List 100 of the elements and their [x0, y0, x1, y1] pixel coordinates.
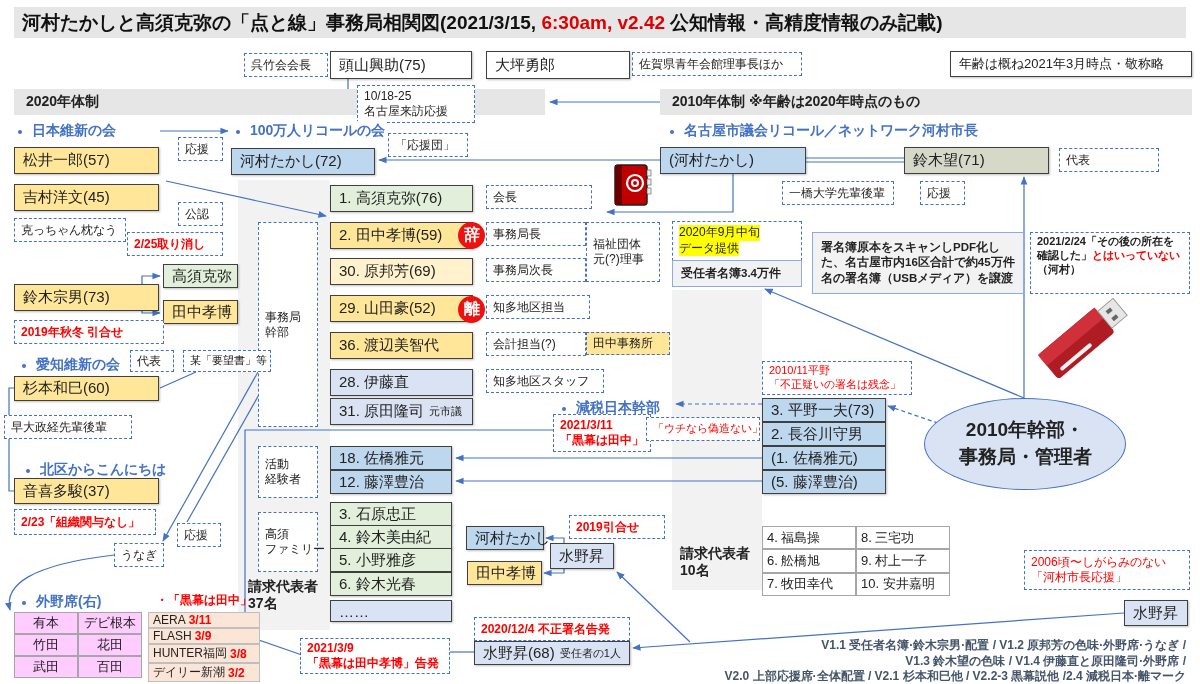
name-box: 松井一郎(57) — [14, 147, 159, 174]
caption-label: 10名 — [680, 561, 710, 579]
name-box: (1. 佐橋雅元) — [762, 446, 886, 470]
chart-title: 河村たかしと高須克弥の「点と線」事務局相関図(2021/3/15, 6:30am, v2.42 公知情報・高精度情報のみ記載) — [14, 7, 1186, 38]
kanji-badge: 辞 — [458, 222, 485, 249]
annotation-note: 「応援団」 — [388, 133, 468, 157]
version-note: V1.3 鈴木望の色味 / V1.4 伊藤直と原田隆司·外野席 / — [905, 653, 1186, 669]
name-box: 1. 高須克弥(76) — [330, 185, 473, 212]
name-box: (河村たかし) — [660, 147, 806, 174]
table-cell: 10. 安井嘉明 — [856, 572, 950, 596]
name-box: 田中孝博 — [467, 561, 542, 585]
table-cell: 武田 — [14, 656, 78, 678]
note-text: 「黒幕は田中」 — [560, 433, 644, 448]
name-box: 28. 伊藤直 — [330, 369, 473, 396]
note-text: 「河村市長応援」 — [1031, 570, 1127, 585]
annotation-note: 公認 — [178, 202, 223, 226]
note-text: 2021/3/11 — [560, 418, 613, 433]
name-box: 吉村洋文(45) — [14, 184, 159, 211]
annotation-note: 田中事務所 — [586, 332, 670, 355]
version-note: V1.1 受任者名簿·鈴木宗男·配置 / V1.2 原邦芳の色味·外野席·うなぎ / — [821, 638, 1186, 654]
name-box: 36. 渡辺美智代 — [330, 332, 473, 359]
table-cell: 百田 — [78, 656, 142, 678]
note-text: 2010/11平野 — [769, 364, 830, 378]
arrow — [141, 309, 161, 317]
name-box: 水野昇 — [1124, 600, 1188, 626]
address-book-icon — [614, 164, 652, 206]
annotation-note: 佐賀県青年会館理事長ほか — [632, 52, 802, 76]
annotation-note: 会計担当(?) — [486, 332, 586, 356]
annotation-note: 2021/2/24「その後の所在を確認した」とはいっていない （河村） — [1030, 232, 1190, 294]
note-text: 「黒幕は田中孝博」告発 — [307, 656, 439, 671]
note-text: 「不正疑いの署名は残念」 — [769, 378, 901, 392]
name-box: 水野昇(68) 受任者の1人 — [474, 641, 630, 665]
name-box: (5. 藤澤豊治) — [762, 470, 886, 494]
note-text: 2006頃〜しがらみのない — [1031, 555, 1166, 570]
annotation-note: 2019年秋冬 引合せ — [14, 320, 164, 344]
info-box: 受任者名簿3.4万件 — [672, 260, 802, 287]
name-box: 田中孝博 — [163, 300, 238, 324]
table-cell: デビ根本 — [78, 612, 142, 634]
ellipse-text: 2010年幹部・ — [965, 418, 1085, 443]
name-box: 頭山興助(75) — [330, 51, 472, 79]
name-box: 3. 平野一夫(73) — [762, 398, 886, 422]
annotation-note: 応援 — [178, 137, 223, 161]
table-cell: 有本 — [14, 612, 78, 634]
note-text: 2021/3/9 — [307, 641, 354, 656]
name-box: 鈴木宗男(73) — [14, 284, 159, 311]
note-text: ファミリー — [265, 542, 325, 557]
ellipse-text: 事務局・管理者 — [958, 445, 1092, 469]
table-cell: 4. 福島操 — [762, 526, 856, 550]
name-box: 河村たかし(72) — [231, 148, 375, 175]
note-text: 経験者 — [265, 472, 301, 487]
table-cell: 9. 村上一子 — [856, 549, 950, 573]
note-text: 活動 — [265, 457, 289, 472]
table-cell: 花田 — [78, 634, 142, 656]
name-box: 鈴木望(71) — [904, 147, 1049, 174]
name-box: 31. 原田隆司 元市議 — [330, 398, 473, 425]
annotation-note: 克っちゃん枕なう — [14, 218, 126, 242]
annotation-note: 会長 — [486, 185, 592, 209]
annotation-note: 知多地区担当 — [486, 295, 590, 319]
annotation-note: 2019引合せ — [569, 515, 665, 539]
caption-label: 請求代表者 — [248, 578, 318, 595]
annotation-note: 応援 — [177, 523, 221, 547]
annotation-note: 事務局次長 — [486, 258, 586, 282]
table-cell: 竹田 — [14, 634, 78, 656]
arrow — [159, 127, 229, 135]
annotation-note: 代表 — [1059, 148, 1159, 172]
version-note: V2.0 上部応援席·全体配置 / V2.1 杉本和巳他 / V2.2-3 黒幕説他 /2.4 減税日本·離マーク — [724, 669, 1186, 684]
name-box: 水野昇 — [550, 543, 614, 569]
name-box: 18. 佐橋雅元 — [330, 446, 452, 470]
media-row: デイリー新潮 3/2 — [148, 663, 260, 682]
name-box: 12. 藤澤豊治 — [330, 470, 452, 494]
name-box: 3. 石原忠正 — [330, 502, 452, 526]
annotation-note: 応援 — [920, 181, 965, 205]
annotation-note: 知多地区スタッフ — [486, 369, 604, 393]
info-box: 署名簿原本をスキャンしPDF化した、名古屋市内16区合計で約45万件名の署名簿（USBメディア）を譲渡 — [812, 232, 1024, 294]
annotation-note: 早大政経先輩後輩 — [4, 415, 132, 439]
annotation-note: 「ウチなら偽造ない」 — [646, 417, 760, 441]
section-header: 2010年体制 ※年齢は2020年時点のもの — [660, 89, 1192, 115]
arrow — [141, 272, 161, 285]
table-cell: 8. 三宅功 — [856, 526, 950, 550]
note-text: 幹部 — [265, 324, 289, 340]
note-text: 高須 — [265, 527, 289, 542]
name-box: 年齢は概ね2021年3月時点・敬称略 — [950, 51, 1192, 77]
annotation-note: 某「要望書」等 — [183, 350, 271, 372]
annotation-note: 2/25取り消し — [127, 232, 223, 256]
highlighted-text: 2020年9月中旬 — [679, 225, 761, 241]
name-box: 30. 原邦芳(69) — [330, 258, 473, 285]
name-box: 2. 長谷川守男 — [762, 422, 886, 446]
media-row: AERA 3/11 — [148, 612, 260, 628]
media-row: FLASH 3/9 — [148, 628, 260, 644]
name-box: 4. 鈴木美由紀 — [330, 525, 452, 549]
table-cell: 6. 舩橋旭 — [762, 549, 856, 573]
annotation-note: 呉竹会会長 — [244, 53, 328, 77]
annotation-note: うなぎ — [114, 543, 164, 567]
note-text: 事務局 — [265, 309, 301, 325]
caption-label: 請求代表者 — [680, 545, 750, 562]
name-box: 高須克弥 — [163, 264, 238, 288]
annotation-note: 代表 — [130, 350, 174, 372]
name-box: 6. 鈴木光春 — [330, 572, 452, 596]
note-text: 福祉団体 — [593, 237, 641, 252]
name-box: 大坪勇郎 — [486, 51, 630, 79]
